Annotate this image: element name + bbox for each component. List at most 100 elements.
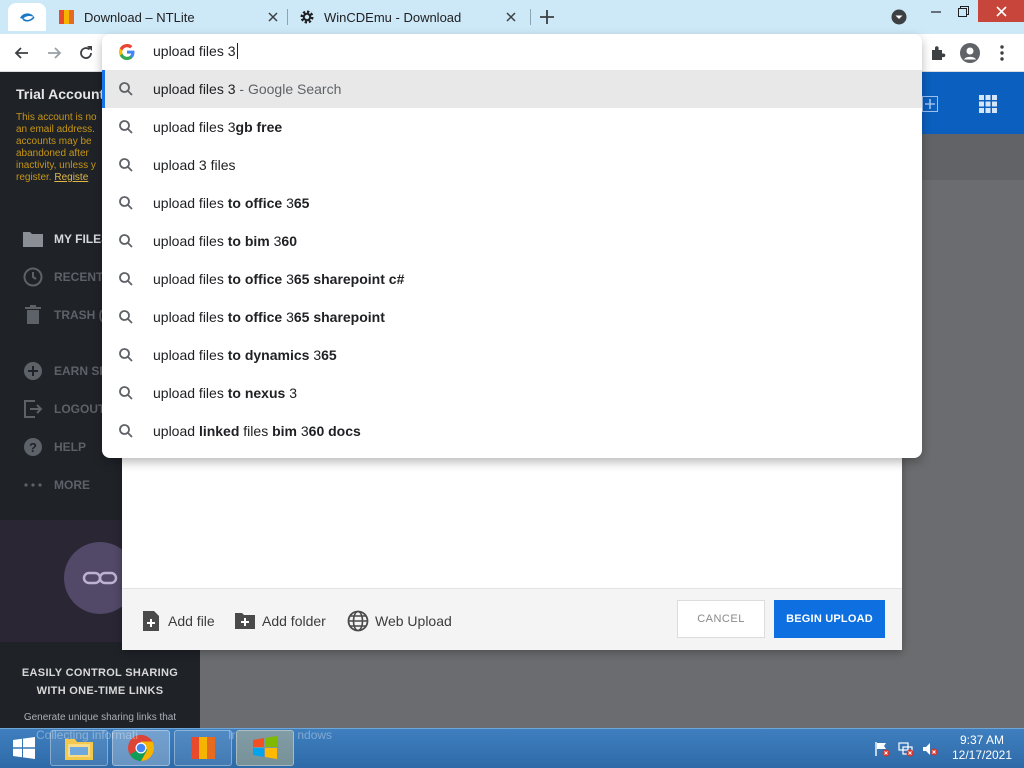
suggestion-text-part: 3 — [286, 195, 294, 211]
profile-button[interactable] — [956, 39, 984, 67]
suggestion-text-part: to office — [227, 271, 287, 287]
suggestion-text-part: 3 — [286, 271, 294, 287]
tab-separator — [287, 9, 288, 25]
nav-label: LOGOUT — [54, 402, 104, 416]
nav-more[interactable]: MORE — [22, 473, 104, 497]
browser-logo-icon — [20, 13, 35, 22]
omnibox-suggestion[interactable]: upload files 3gb free — [102, 108, 922, 146]
reload-button[interactable] — [72, 39, 100, 67]
tab-search-button[interactable] — [8, 3, 46, 31]
nav-earn-space[interactable]: EARN SPA — [22, 359, 104, 383]
address-bar[interactable]: upload files 3 — [102, 34, 922, 70]
omnibox-suggestion[interactable]: upload files to office 365 sharepoint c# — [102, 260, 922, 298]
action-center-flag-icon[interactable] — [873, 740, 891, 758]
suggestion-text-part: to nexus — [227, 385, 290, 401]
close-window-button[interactable] — [978, 0, 1024, 22]
taskbar-ntlite[interactable] — [174, 730, 232, 766]
notice-line: register. — [16, 172, 52, 183]
search-icon — [119, 272, 133, 286]
add-file-icon — [140, 610, 162, 632]
search-icon — [119, 234, 133, 248]
nav-logout[interactable]: LOGOUT — [22, 397, 104, 421]
text-caret — [236, 43, 238, 59]
add-file-button[interactable]: Add file — [140, 609, 215, 633]
close-tab-icon[interactable] — [502, 8, 520, 26]
omnibox-suggestion[interactable]: upload files to nexus 3 — [102, 374, 922, 412]
nav-my-files[interactable]: MY FILES — [22, 227, 104, 251]
add-file-label: Add file — [168, 613, 215, 629]
search-icon — [119, 348, 133, 362]
omnibox-suggestion[interactable]: upload files 3 - Google Search — [102, 70, 922, 108]
minimize-button[interactable] — [922, 0, 950, 22]
search-icon — [119, 386, 133, 400]
suggestion-text-part: upload files — [153, 385, 228, 401]
tab-separator — [530, 9, 531, 25]
register-link[interactable]: Registe — [54, 172, 88, 183]
reload-icon — [80, 46, 92, 59]
close-tab-icon[interactable] — [264, 8, 282, 26]
folder-icon — [22, 228, 44, 250]
promo-title-line: WITH ONE-TIME LINKS — [36, 685, 164, 697]
nav-label: MY FILES — [54, 232, 104, 246]
suggestion-text-part: upload files — [153, 233, 228, 249]
menu-button[interactable] — [988, 39, 1016, 67]
tab-ntlite[interactable]: Download – NTLite — [58, 0, 286, 34]
omnibox-suggestion[interactable]: upload files to office 365 — [102, 184, 922, 222]
grid-view-icon[interactable] — [976, 92, 1000, 116]
ntlite-icon — [58, 8, 76, 26]
cancel-button[interactable]: CANCEL — [677, 600, 765, 638]
forward-button[interactable] — [40, 39, 68, 67]
web-upload-label: Web Upload — [375, 613, 452, 629]
omnibox-suggestion[interactable]: upload files to dynamics 365 — [102, 336, 922, 374]
network-icon[interactable] — [897, 740, 915, 758]
nav-trash[interactable]: TRASH (0 — [22, 303, 104, 327]
new-tab-button[interactable] — [536, 6, 558, 28]
system-clock[interactable]: 9:37 AM 12/17/2021 — [950, 733, 1014, 763]
nav-label: MORE — [54, 478, 90, 492]
nav-help[interactable]: ? HELP — [22, 435, 104, 459]
web-upload-button[interactable]: Web Upload — [347, 609, 452, 633]
trash-icon — [22, 304, 44, 326]
tab-wincdemu[interactable]: WinCDEmu - Download — [298, 0, 526, 34]
google-icon — [119, 44, 135, 60]
status-overlay-text: Collecting informati — [36, 728, 139, 742]
suggestion-text-part: upload files — [153, 195, 228, 211]
notice-line: abandoned after — [16, 148, 89, 159]
suggestion-text-part: to bim — [227, 233, 274, 249]
suggestion-text-part: upload files 3 — [153, 81, 236, 97]
omnibox-suggestion[interactable]: upload linked files bim 360 docs — [102, 412, 922, 450]
plus-circle-icon — [22, 360, 44, 382]
ntlite-icon — [191, 737, 215, 759]
back-button[interactable] — [8, 39, 36, 67]
nav-label: HELP — [54, 440, 87, 454]
suggestion-text-part: upload files — [153, 271, 228, 287]
svg-text:?: ? — [29, 440, 37, 455]
extensions-button[interactable] — [924, 39, 952, 67]
suggestion-text-part: to dynamics — [227, 347, 314, 363]
minimize-icon — [931, 11, 941, 13]
suggestion-text-part: upload 3 files — [153, 157, 236, 173]
address-input[interactable]: upload files 3 — [153, 43, 238, 59]
begin-upload-button[interactable]: BEGIN UPLOAD — [774, 600, 885, 638]
more-icon — [22, 474, 44, 496]
clock-time: 9:37 AM — [959, 733, 1005, 747]
restore-button[interactable] — [950, 0, 976, 22]
add-folder-button[interactable]: Add folder — [234, 609, 326, 633]
omnibox-suggestion[interactable]: upload 3 files — [102, 146, 922, 184]
search-icon — [119, 158, 133, 172]
omnibox-suggestion[interactable]: upload files to office 365 sharepoint — [102, 298, 922, 336]
suggestion-text-part: 3 — [313, 347, 322, 363]
suggestion-text: upload files to office 365 — [153, 195, 309, 211]
nav-recent[interactable]: RECENT — [22, 265, 104, 289]
volume-muted-icon[interactable] — [921, 740, 939, 758]
tab-search-dropdown[interactable] — [890, 8, 908, 26]
notice-line: an email address. — [16, 124, 95, 135]
suggestion-text-part: bim — [272, 423, 301, 439]
suggestion-text-part: 65 sharepoint c# — [293, 271, 405, 287]
help-icon: ? — [22, 436, 44, 458]
search-icon — [119, 196, 133, 210]
omnibox-suggestion[interactable]: upload files to bim 360 — [102, 222, 922, 260]
suggestion-text-part: upload files — [153, 347, 228, 363]
suggestion-text-part: 3 — [289, 385, 297, 401]
add-folder-icon — [234, 610, 256, 632]
